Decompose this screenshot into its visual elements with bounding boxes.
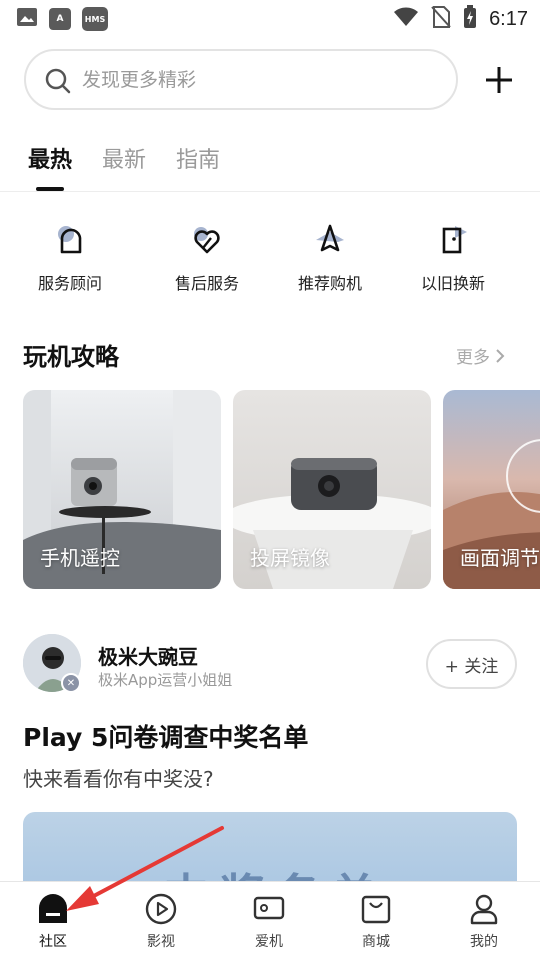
chevron-right-icon xyxy=(496,348,505,363)
no-sim-icon xyxy=(431,5,451,33)
nav-label: 我的 xyxy=(470,934,498,950)
search-input[interactable] xyxy=(82,66,442,94)
gallery-icon xyxy=(16,6,38,32)
post-subtitle: 快来看看你有中奖没? xyxy=(23,767,214,791)
play-icon xyxy=(144,892,178,926)
battery-charging-icon xyxy=(463,5,477,33)
service-label: 服务顾问 xyxy=(37,274,102,293)
status-bar: A HMS 6:17 xyxy=(0,0,540,36)
plus-icon xyxy=(486,67,512,93)
follow-button[interactable]: + 关注 xyxy=(426,639,517,689)
service-label: 售后服务 xyxy=(174,274,239,293)
card-label: 画面调节 xyxy=(460,546,540,570)
author-description: 极米App运营小姐姐 xyxy=(98,671,233,689)
active-tab-indicator xyxy=(36,187,64,191)
more-label: 更多 xyxy=(456,348,490,368)
tab-guide[interactable]: 指南 xyxy=(176,142,220,174)
search-icon xyxy=(44,67,72,99)
service-advisor[interactable]: 服务顾问 xyxy=(15,222,125,294)
status-right-icons: 6:17 xyxy=(393,5,528,33)
guide-card-screen-mirror[interactable]: 投屏镜像 xyxy=(233,390,431,589)
search-bar[interactable] xyxy=(24,49,458,110)
home-icon xyxy=(36,892,70,926)
guide-section-title: 玩机攻略 xyxy=(23,343,119,371)
nav-label: 商城 xyxy=(362,934,390,950)
nav-mall[interactable]: 商城 xyxy=(336,892,416,951)
trade-in-icon xyxy=(435,222,471,258)
nav-label: 爱机 xyxy=(255,934,283,950)
bottom-navigation: 社区 影视 爱机 商城 我的 xyxy=(0,881,540,960)
device-icon xyxy=(252,892,286,926)
service-label: 推荐购机 xyxy=(297,274,362,293)
advisor-icon xyxy=(52,222,88,258)
nav-label: 影视 xyxy=(147,934,175,950)
author-name[interactable]: 极米大豌豆 xyxy=(98,641,198,670)
tab-hot[interactable]: 最热 xyxy=(28,142,72,174)
status-left-icons: A HMS xyxy=(16,6,108,32)
hms-icon: HMS xyxy=(82,7,108,31)
guide-card-picture-adjust[interactable]: 画面调节 xyxy=(443,390,540,589)
nav-label: 社区 xyxy=(39,934,67,950)
post-title[interactable]: Play 5问卷调查中奖名单 xyxy=(23,718,308,754)
heart-service-icon xyxy=(189,222,225,258)
feed-tabs: 最热 最新 指南 xyxy=(0,138,540,192)
guide-card-remote[interactable]: 手机遥控 xyxy=(23,390,221,589)
rocket-icon xyxy=(312,222,348,258)
service-recommend[interactable]: 推荐购机 xyxy=(275,222,385,294)
tab-latest[interactable]: 最新 xyxy=(102,142,146,174)
more-link[interactable]: 更多 xyxy=(456,343,506,368)
add-post-button[interactable] xyxy=(479,60,519,100)
service-label: 以旧换新 xyxy=(420,274,485,293)
service-after-sales[interactable]: 售后服务 xyxy=(152,222,262,294)
verified-badge-icon: ✕ xyxy=(61,673,81,693)
guide-cards: 手机遥控 投屏镜像 画面调节 xyxy=(0,390,540,589)
status-time: 6:17 xyxy=(489,7,528,30)
a-icon: A xyxy=(49,8,71,30)
card-label: 投屏镜像 xyxy=(250,546,330,570)
wifi-icon xyxy=(393,7,419,31)
nav-device[interactable]: 爱机 xyxy=(229,892,309,951)
service-shortcuts: 服务顾问 售后服务 推荐购机 以旧换新 xyxy=(0,222,540,302)
nav-community[interactable]: 社区 xyxy=(13,892,93,951)
shopping-bag-icon xyxy=(359,892,393,926)
card-label: 手机遥控 xyxy=(40,546,120,570)
service-trade-in[interactable]: 以旧换新 xyxy=(398,222,508,294)
nav-video[interactable]: 影视 xyxy=(121,892,201,951)
profile-icon xyxy=(467,892,501,926)
nav-profile[interactable]: 我的 xyxy=(444,892,524,951)
